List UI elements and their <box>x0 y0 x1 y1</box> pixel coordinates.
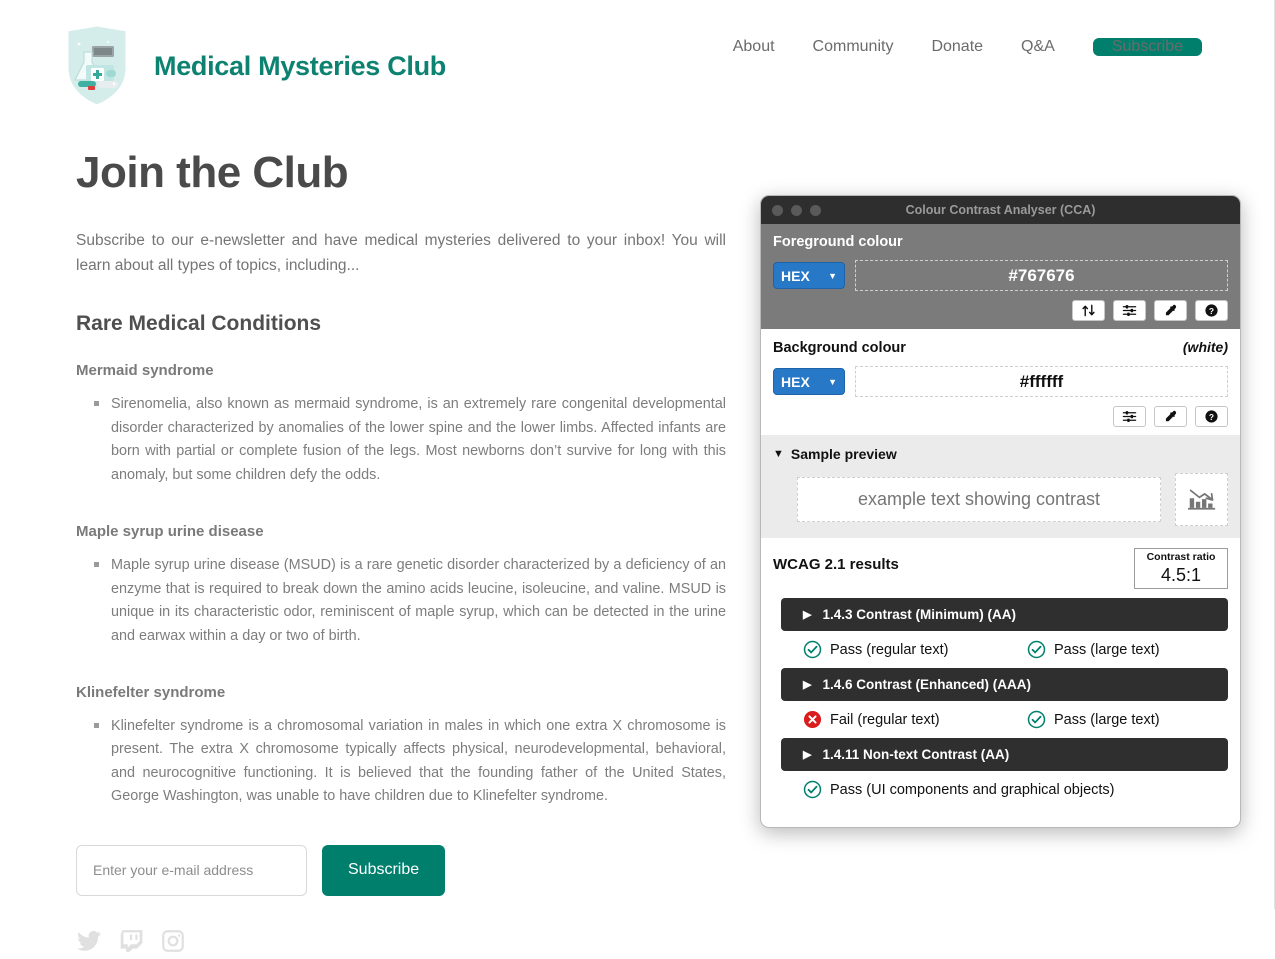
result-pass-large-text: Pass (large text) <box>1027 710 1160 729</box>
foreground-section: Foreground colour HEX ▼ #767676 ? <box>761 224 1240 329</box>
wcag-results-title: WCAG 2.1 results <box>773 556 899 573</box>
contrast-ratio-label: Contrast ratio <box>1146 551 1216 563</box>
pass-check-icon <box>803 641 822 659</box>
intro-paragraph: Subscribe to our e-newsletter and have m… <box>76 232 726 275</box>
criterion-label: 1.4.3 Contrast (Minimum) (AA) <box>822 607 1016 623</box>
list-item: Sirenomelia, also known as mermaid syndr… <box>94 393 726 487</box>
bar-chart-declining-icon <box>1175 473 1228 526</box>
criterion-1-4-6-results: Fail (regular text) Pass (large text) <box>803 710 1228 729</box>
result-pass-large-text: Pass (large text) <box>1027 640 1160 659</box>
background-section: Background colour (white) HEX ▼ #ffffff … <box>761 329 1240 435</box>
subscribe-button[interactable]: Subscribe <box>322 844 446 896</box>
pass-check-icon <box>1027 711 1046 729</box>
twitter-icon[interactable] <box>76 928 102 959</box>
help-icon[interactable]: ? <box>1195 300 1228 321</box>
foreground-label: Foreground colour <box>773 234 903 250</box>
twitch-icon[interactable] <box>118 928 144 959</box>
result-pass-regular-text: Pass (regular text) <box>803 640 1027 659</box>
background-label: Background colour <box>773 340 906 356</box>
email-input[interactable] <box>76 844 307 896</box>
triangle-right-icon: ▶ <box>803 749 812 762</box>
brand[interactable]: Medical Mysteries Club <box>62 22 446 110</box>
foreground-colour-input[interactable]: #767676 <box>855 260 1228 291</box>
pass-check-icon <box>803 781 822 799</box>
background-colour-note: (white) <box>1182 339 1228 355</box>
main-content: Join the Club Subscribe to our e-newslet… <box>76 148 726 959</box>
social-links <box>76 928 726 959</box>
swap-colours-icon[interactable] <box>1072 300 1105 321</box>
chevron-down-icon: ▼ <box>828 376 837 387</box>
background-format-select[interactable]: HEX ▼ <box>773 368 845 395</box>
result-pass-ui-components: Pass (UI components and graphical object… <box>803 780 1115 799</box>
result-fail-regular-text: Fail (regular text) <box>803 710 1027 729</box>
nav-link-donate[interactable]: Donate <box>912 38 1002 56</box>
background-button-row: ? <box>773 406 1228 427</box>
chevron-down-icon: ▼ <box>828 270 837 281</box>
window-titlebar[interactable]: Colour Contrast Analyser (CCA) <box>761 196 1240 224</box>
contrast-ratio-value: 4.5:1 <box>1160 564 1202 585</box>
criterion-1-4-6-header[interactable]: ▶ 1.4.6 Contrast (Enhanced) (AAA) <box>781 668 1228 702</box>
nav-subscribe-button[interactable]: Subscribe <box>1092 38 1202 56</box>
medical-shield-logo <box>62 22 132 110</box>
sample-preview-section: ▼ Sample preview example text showing co… <box>761 435 1240 538</box>
foreground-format-value: HEX <box>781 267 810 284</box>
sample-preview-text: example text showing contrast <box>797 477 1161 522</box>
nav-link-community[interactable]: Community <box>794 38 913 56</box>
condition-list: Maple syrup urine disease (MSUD) is a ra… <box>76 554 726 648</box>
sliders-icon[interactable] <box>1113 300 1146 321</box>
list-item: Klinefelter syndrome is a chromosomal va… <box>94 715 726 809</box>
criterion-1-4-11-results: Pass (UI components and graphical object… <box>803 780 1228 799</box>
pass-check-icon <box>1027 641 1046 659</box>
nav-link-qa[interactable]: Q&A <box>1002 38 1074 56</box>
criterion-label: 1.4.6 Contrast (Enhanced) (AAA) <box>822 677 1031 693</box>
wcag-results-section: WCAG 2.1 results Contrast ratio 4.5:1 ▶ … <box>761 538 1240 810</box>
criterion-1-4-3-results: Pass (regular text) Pass (large text) <box>803 640 1228 659</box>
main-nav: About Community Donate Q&A Subscribe <box>714 38 1202 56</box>
result-label: Pass (large text) <box>1054 641 1160 658</box>
eyedropper-icon[interactable] <box>1154 406 1187 427</box>
nav-link-about[interactable]: About <box>714 38 794 56</box>
condition-list: Sirenomelia, also known as mermaid syndr… <box>76 393 726 487</box>
condition-title: Maple syrup urine disease <box>76 523 264 541</box>
result-label: Fail (regular text) <box>830 711 940 728</box>
foreground-format-select[interactable]: HEX ▼ <box>773 262 845 289</box>
sliders-icon[interactable] <box>1113 406 1146 427</box>
background-format-value: HEX <box>781 373 810 390</box>
result-label: Pass (regular text) <box>830 641 949 658</box>
condition-title: Mermaid syndrome <box>76 362 214 380</box>
instagram-icon[interactable] <box>160 928 186 959</box>
foreground-button-row: ? <box>773 300 1228 321</box>
svg-text:?: ? <box>1209 412 1214 422</box>
criterion-label: 1.4.11 Non-text Contrast (AA) <box>822 747 1010 763</box>
criterion-1-4-3-header[interactable]: ▶ 1.4.3 Contrast (Minimum) (AA) <box>781 598 1228 632</box>
contrast-ratio-box: Contrast ratio 4.5:1 <box>1134 548 1228 590</box>
svg-text:?: ? <box>1209 306 1214 316</box>
section-title: Rare Medical Conditions <box>76 312 322 336</box>
triangle-right-icon: ▶ <box>803 609 812 622</box>
list-item: Maple syrup urine disease (MSUD) is a ra… <box>94 554 726 648</box>
colour-contrast-analyser-window[interactable]: Colour Contrast Analyser (CCA) Foregroun… <box>760 195 1241 828</box>
page-title: Join the Club <box>76 148 349 197</box>
window-title: Colour Contrast Analyser (CCA) <box>905 203 1096 217</box>
site-header: Medical Mysteries Club About Community D… <box>0 0 1244 127</box>
eyedropper-icon[interactable] <box>1154 300 1187 321</box>
result-label: Pass (large text) <box>1054 711 1160 728</box>
sample-preview-disclosure[interactable]: ▼ Sample preview <box>773 446 1228 462</box>
criterion-1-4-11-header[interactable]: ▶ 1.4.11 Non-text Contrast (AA) <box>781 738 1228 772</box>
condition-list: Klinefelter syndrome is a chromosomal va… <box>76 715 726 809</box>
result-label: Pass (UI components and graphical object… <box>830 781 1115 798</box>
fail-cross-icon <box>803 711 822 729</box>
subscribe-form: Subscribe <box>76 844 726 896</box>
triangle-right-icon: ▶ <box>803 679 812 692</box>
condition-title: Klinefelter syndrome <box>76 683 226 701</box>
help-icon[interactable]: ? <box>1195 406 1228 427</box>
brand-title: Medical Mysteries Club <box>154 50 446 81</box>
sample-preview-label: Sample preview <box>790 446 897 462</box>
background-colour-input[interactable]: #ffffff <box>855 366 1228 397</box>
triangle-down-icon: ▼ <box>773 448 784 460</box>
